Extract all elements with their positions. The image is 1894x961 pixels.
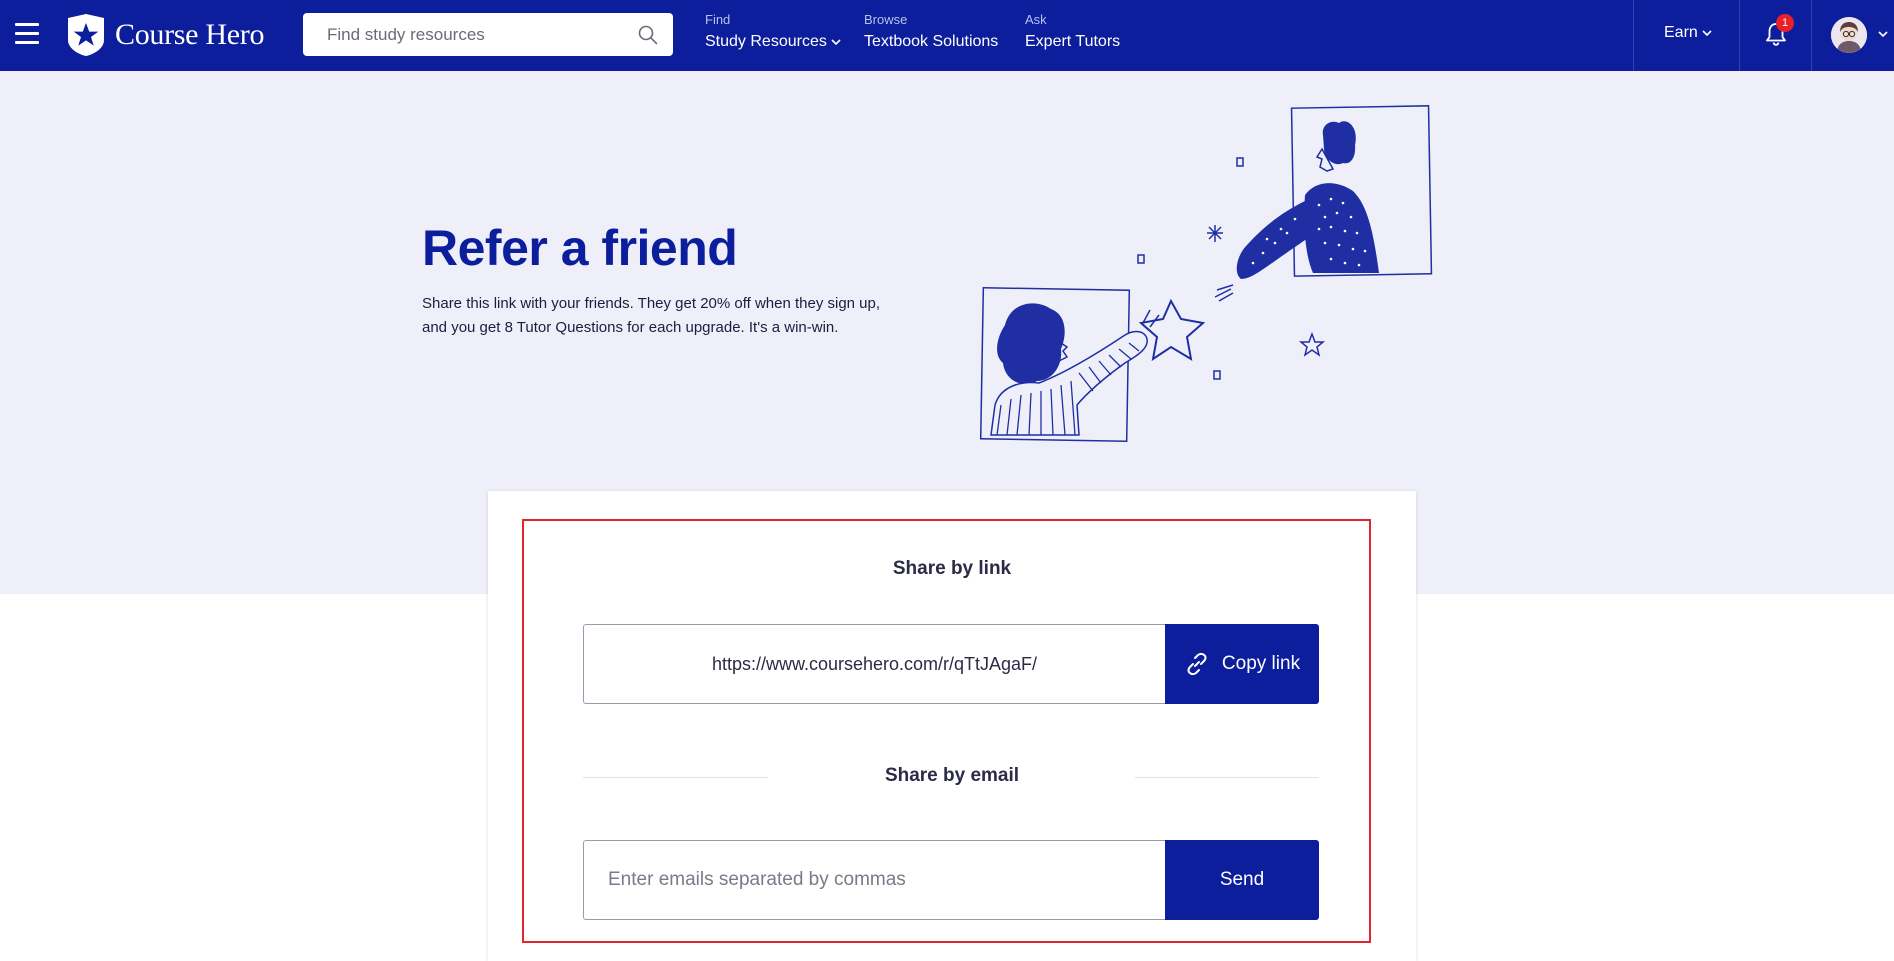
top-navigation-bar: Course Hero Find Study Resources Browse … — [0, 0, 1894, 71]
notification-badge: 1 — [1776, 14, 1794, 32]
nav-divider — [1633, 0, 1634, 71]
nav-divider — [1811, 0, 1812, 71]
search-input[interactable] — [303, 13, 637, 56]
send-button[interactable]: Send — [1165, 840, 1319, 920]
nav-textbook-solutions[interactable]: Browse Textbook Solutions — [864, 12, 998, 51]
earn-menu[interactable]: Earn — [1664, 24, 1712, 42]
nav-expert-tutors-label: Expert Tutors — [1025, 33, 1121, 50]
high-five-illustration — [979, 105, 1433, 443]
nav-textbook-solutions-label: Textbook Solutions — [864, 33, 999, 50]
share-card: Share by link https://www.coursehero.com… — [488, 491, 1416, 961]
divider-right — [1135, 777, 1319, 778]
nav-divider — [1739, 0, 1740, 71]
menu-icon[interactable] — [15, 23, 39, 45]
chevron-down-icon[interactable] — [1878, 31, 1888, 38]
chevron-down-icon — [1702, 29, 1712, 36]
avatar[interactable] — [1831, 17, 1867, 53]
referral-link-field[interactable]: https://www.coursehero.com/r/qTtJAgaF/ — [583, 624, 1165, 704]
earn-label: Earn — [1664, 24, 1698, 41]
link-icon — [1187, 652, 1207, 676]
share-by-email-heading: Share by email — [884, 765, 1020, 786]
nav-browse-caption: Browse — [864, 12, 908, 27]
nav-find-caption: Find — [705, 12, 731, 27]
copy-link-label: Copy link — [1221, 653, 1301, 674]
avatar-image — [1831, 17, 1867, 53]
share-link-row: https://www.coursehero.com/r/qTtJAgaF/ C… — [583, 624, 1319, 704]
share-by-link-heading: Share by link — [892, 558, 1012, 579]
course-hero-logo[interactable]: Course Hero — [65, 14, 264, 56]
shield-star-icon — [68, 14, 104, 56]
share-email-row: Send — [583, 840, 1319, 920]
nav-ask-caption: Ask — [1025, 12, 1047, 27]
search-bar — [303, 13, 673, 56]
chevron-down-icon — [831, 38, 841, 45]
copy-link-button[interactable]: Copy link — [1165, 624, 1319, 704]
nav-expert-tutors[interactable]: Ask Expert Tutors — [1025, 12, 1120, 51]
brand-name: Course Hero — [115, 18, 265, 51]
page-title: Refer a friend — [422, 220, 738, 276]
hero-description: Share this link with your friends. They … — [422, 295, 881, 336]
search-icon[interactable] — [637, 24, 659, 46]
email-input[interactable] — [583, 840, 1165, 920]
nav-study-resources[interactable]: Find Study Resources — [705, 12, 841, 51]
nav-study-resources-label: Study Resources — [705, 33, 827, 50]
